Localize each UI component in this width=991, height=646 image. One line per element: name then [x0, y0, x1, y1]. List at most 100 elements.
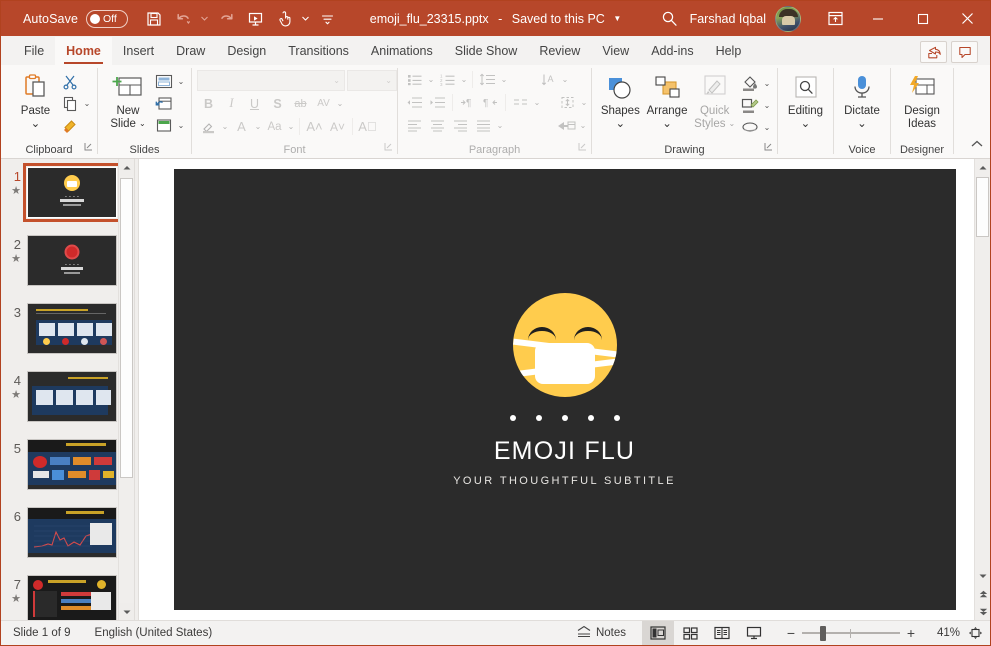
- tab-design[interactable]: Design: [216, 37, 277, 65]
- change-case-chevron-down-icon[interactable]: ⌄: [286, 122, 296, 131]
- next-slide-button[interactable]: [975, 603, 991, 620]
- slide-thumbnail-5[interactable]: 5: [1, 439, 134, 507]
- slide-vertical-scrollbar[interactable]: [974, 159, 990, 620]
- line-spacing-chevron-down-icon[interactable]: ⌄: [499, 75, 509, 84]
- thumbnail-scrollbar[interactable]: [118, 159, 134, 620]
- tab-help[interactable]: Help: [705, 37, 753, 65]
- editing-chevron-down-icon[interactable]: ⌄: [801, 118, 811, 131]
- user-name-label[interactable]: Farshad Iqbal: [690, 12, 766, 26]
- save-icon[interactable]: [140, 6, 168, 32]
- drawing-dialog-launcher[interactable]: [764, 138, 773, 156]
- tab-draw[interactable]: Draw: [165, 37, 216, 65]
- share-icon[interactable]: [920, 41, 947, 63]
- strikethrough-button[interactable]: ab: [289, 93, 312, 114]
- dictate-chevron-down-icon[interactable]: ⌄: [857, 118, 867, 131]
- zoom-slider-handle[interactable]: [820, 625, 826, 641]
- clear-formatting-button[interactable]: A⃠: [356, 116, 379, 137]
- font-color-chevron-down-icon[interactable]: ⌄: [253, 122, 263, 131]
- shape-outline-chevron-down-icon[interactable]: ⌄: [762, 101, 772, 110]
- zoom-level-label[interactable]: 41%: [922, 627, 960, 639]
- undo-dropdown-chevron-down-icon[interactable]: [198, 6, 211, 32]
- columns-button[interactable]: [509, 92, 532, 113]
- text-highlight-chevron-down-icon[interactable]: ⌄: [220, 122, 230, 131]
- thumbnail-scroll-up-button[interactable]: [119, 159, 134, 176]
- character-spacing-button[interactable]: AV: [312, 93, 335, 114]
- autosave-toggle[interactable]: AutoSave Off: [23, 9, 129, 28]
- font-size-input[interactable]: ⌄: [347, 70, 397, 91]
- new-slide-button[interactable]: New Slide ⌄: [103, 69, 153, 130]
- document-title[interactable]: emoji_flu_23315.pptx: [370, 12, 489, 26]
- increase-indent-button[interactable]: [426, 92, 449, 113]
- undo-icon[interactable]: [169, 6, 197, 32]
- tab-file[interactable]: File: [13, 37, 55, 65]
- shape-effects-icon[interactable]: [739, 117, 761, 138]
- decrease-indent-button[interactable]: [403, 92, 426, 113]
- tab-view[interactable]: View: [591, 37, 640, 65]
- arrange-chevron-down-icon[interactable]: ⌄: [662, 118, 672, 131]
- zoom-out-button[interactable]: −: [780, 622, 802, 644]
- underline-button[interactable]: U: [243, 93, 266, 114]
- slide-thumbnail-7[interactable]: 7 ★: [1, 575, 134, 620]
- slide-thumbnail-6[interactable]: 6: [1, 507, 134, 575]
- normal-view-button[interactable]: [642, 621, 674, 645]
- center-button[interactable]: [426, 115, 449, 136]
- rtl-text-direction-button[interactable]: ¶: [479, 92, 502, 113]
- text-shadow-button[interactable]: S: [266, 93, 289, 114]
- slide-thumbnail-pane[interactable]: 1 ★ 2 ★ 3 4 ★ 5 6 7 ★: [1, 159, 134, 620]
- slide-thumbnail-2[interactable]: 2 ★: [1, 235, 134, 303]
- start-from-beginning-icon[interactable]: [241, 6, 269, 32]
- copy-icon[interactable]: [59, 93, 81, 114]
- justify-chevron-down-icon[interactable]: ⌄: [495, 121, 505, 130]
- maximize-button[interactable]: [900, 1, 945, 36]
- tab-animations[interactable]: Animations: [360, 37, 444, 65]
- close-button[interactable]: [945, 1, 990, 36]
- slide-scroll-up-button[interactable]: [975, 159, 991, 176]
- search-icon[interactable]: [650, 10, 690, 27]
- redo-icon[interactable]: [212, 6, 240, 32]
- clipboard-dialog-launcher[interactable]: [84, 138, 93, 156]
- slide-thumbnail-4[interactable]: 4 ★: [1, 371, 134, 439]
- collapse-ribbon-button[interactable]: [970, 137, 984, 156]
- align-right-button[interactable]: [449, 115, 472, 136]
- previous-slide-button[interactable]: [975, 585, 991, 602]
- reading-view-button[interactable]: [706, 621, 738, 645]
- shapes-chevron-down-icon[interactable]: ⌄: [616, 118, 626, 131]
- justify-button[interactable]: [472, 115, 495, 136]
- bold-button[interactable]: B: [197, 93, 220, 114]
- slide-editor-surface[interactable]: EMOJI FLU YOUR THOUGHTFUL SUBTITLE: [173, 169, 956, 610]
- slide-thumbnail-3[interactable]: 3: [1, 303, 134, 371]
- new-slide-chevron-down-icon[interactable]: ⌄: [139, 118, 146, 131]
- paragraph-dialog-launcher[interactable]: [578, 138, 587, 156]
- font-name-input[interactable]: ⌄: [197, 70, 345, 91]
- format-painter-icon[interactable]: [59, 115, 81, 136]
- customize-quick-access-toolbar-icon[interactable]: [313, 6, 341, 32]
- align-text-button[interactable]: [556, 92, 579, 113]
- columns-chevron-down-icon[interactable]: ⌄: [532, 98, 542, 107]
- character-spacing-chevron-down-icon[interactable]: ⌄: [335, 99, 345, 108]
- thumbnail-scrollbar-thumb[interactable]: [120, 178, 133, 478]
- slide-show-view-button[interactable]: [738, 621, 770, 645]
- slide-counter[interactable]: Slide 1 of 9: [13, 627, 71, 639]
- quick-styles-chevron-down-icon[interactable]: ⌄: [729, 118, 736, 131]
- font-dialog-launcher[interactable]: [384, 138, 393, 156]
- comments-icon[interactable]: [951, 41, 978, 63]
- slide-subtitle-placeholder[interactable]: YOUR THOUGHTFUL SUBTITLE: [453, 475, 676, 487]
- save-location-label[interactable]: Saved to this PC: [512, 12, 605, 26]
- tab-review[interactable]: Review: [528, 37, 591, 65]
- zoom-slider[interactable]: [802, 622, 900, 644]
- slide-scrollbar-thumb[interactable]: [976, 177, 989, 237]
- tab-insert[interactable]: Insert: [112, 37, 165, 65]
- font-size-chevron-down-icon[interactable]: ⌄: [385, 76, 396, 85]
- touch-mouse-mode-icon[interactable]: [270, 6, 298, 32]
- thumbnail-scroll-down-button[interactable]: [119, 603, 134, 620]
- convert-to-smartart-button[interactable]: [555, 115, 578, 136]
- copy-chevron-down-icon[interactable]: ⌄: [82, 99, 92, 108]
- layout-chevron-down-icon[interactable]: ⌄: [176, 77, 186, 86]
- tab-home[interactable]: Home: [55, 37, 112, 65]
- touch-mode-chevron-down-icon[interactable]: [299, 6, 312, 32]
- change-case-button[interactable]: Aa: [263, 116, 286, 137]
- text-direction-button[interactable]: A: [537, 69, 560, 90]
- language-indicator[interactable]: English (United States): [95, 627, 213, 639]
- layout-icon[interactable]: [153, 71, 175, 92]
- tab-add-ins[interactable]: Add-ins: [640, 37, 704, 65]
